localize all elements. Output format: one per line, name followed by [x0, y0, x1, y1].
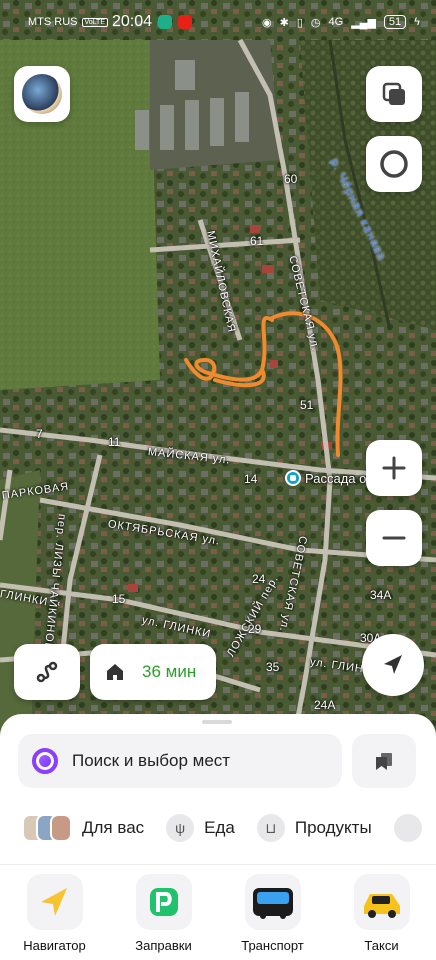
- location-arrow-icon: [384, 655, 402, 674]
- service-label: Такси: [364, 938, 399, 953]
- network-type: 4G: [328, 16, 344, 28]
- service-tile: [353, 874, 410, 930]
- zoom-out-button[interactable]: [366, 510, 422, 566]
- youtube-icon: [178, 15, 193, 29]
- plus-icon: [382, 456, 406, 480]
- avatar: [22, 74, 62, 114]
- services-row: Навигатор Заправки Транспорт Такси: [0, 874, 436, 953]
- bus-icon: [252, 888, 293, 919]
- chip-groceries[interactable]: ⊔ Продукты: [256, 814, 372, 842]
- carrier-name: MTS RUS: [28, 16, 78, 28]
- house-number: 24А: [314, 698, 336, 712]
- poi-pin-icon: [285, 470, 301, 486]
- service-taxi[interactable]: Такси: [327, 874, 436, 953]
- vibrate-icon: ▯: [296, 16, 303, 29]
- alice-voice-button[interactable]: [366, 136, 422, 192]
- thumbnails-icon: [22, 814, 72, 842]
- bottom-sheet[interactable]: Поиск и выбор мест Для вас ψ Еда ⊔ Проду…: [0, 714, 436, 960]
- charging-icon: ϟ: [414, 16, 420, 28]
- fork-knife-icon: ψ: [166, 814, 195, 842]
- route-home-button[interactable]: 36 мин: [90, 644, 216, 700]
- service-label: Навигатор: [23, 938, 86, 953]
- service-fuel[interactable]: Заправки: [109, 874, 218, 953]
- route-time: 36 мин: [142, 662, 197, 681]
- chip-label: Еда: [204, 818, 235, 837]
- service-transport[interactable]: Транспорт: [218, 874, 327, 953]
- route-icon: [36, 661, 58, 683]
- route-options-button[interactable]: [14, 644, 80, 700]
- service-tile: [135, 874, 192, 930]
- bluetooth-icon: ✱: [279, 16, 289, 29]
- house-number: 11: [108, 435, 121, 449]
- category-chips: Для вас ψ Еда ⊔ Продукты: [22, 814, 422, 842]
- house-number: 24: [252, 572, 266, 586]
- minus-icon: [382, 536, 406, 540]
- battery-level: 51: [383, 15, 407, 29]
- service-label: Транспорт: [241, 938, 304, 953]
- chip-for-you[interactable]: Для вас: [22, 814, 144, 842]
- divider: [0, 864, 436, 865]
- clock: 20:04: [112, 13, 153, 30]
- chip-food[interactable]: ψ Еда: [166, 814, 235, 842]
- taxi-icon: [363, 894, 400, 918]
- bookmarks-button[interactable]: [352, 734, 416, 788]
- search-input[interactable]: Поиск и выбор мест: [18, 734, 342, 788]
- status-bar: MTS RUS VoLTE 20:04 ◉ ✱ ▯ ◷ 4G ▂▄▆ 51 ϟ: [0, 0, 436, 44]
- eye-icon: ◉: [262, 16, 272, 29]
- house-number: 35: [266, 660, 280, 674]
- house-number: 51: [300, 398, 314, 412]
- house-number: 15: [112, 592, 126, 606]
- my-location-button[interactable]: [362, 634, 424, 696]
- signal-icon: ▂▄▆: [351, 16, 376, 29]
- service-tile: [244, 874, 301, 930]
- notification-app-icon: [158, 15, 173, 29]
- chip-more[interactable]: [393, 814, 422, 842]
- house-number: 14: [244, 472, 258, 486]
- house-number: 60: [284, 172, 298, 186]
- basket-icon: ⊔: [256, 814, 285, 842]
- layers-icon: [382, 82, 405, 105]
- house-number: 61: [250, 234, 264, 248]
- house-number: 29: [248, 622, 262, 636]
- layers-button[interactable]: [366, 66, 422, 122]
- sheet-grabber[interactable]: [202, 720, 232, 724]
- zoom-in-button[interactable]: [366, 440, 422, 496]
- service-label: Заправки: [135, 938, 192, 953]
- fuel-icon: [149, 888, 178, 916]
- volte-badge: VoLTE: [81, 17, 108, 27]
- house-number: 7: [36, 427, 43, 441]
- more-chip-icon: [393, 814, 422, 842]
- chip-label: Продукты: [294, 818, 372, 837]
- navigator-arrow-icon: [40, 888, 67, 916]
- service-navigator[interactable]: Навигатор: [0, 874, 109, 953]
- home-icon: [107, 664, 123, 680]
- alarm-icon: ◷: [310, 16, 321, 29]
- chip-label: Для вас: [82, 818, 145, 837]
- alice-icon: [380, 150, 408, 178]
- profile-avatar-button[interactable]: [14, 66, 70, 122]
- alice-logo-icon: [32, 748, 58, 774]
- search-placeholder: Поиск и выбор мест: [72, 751, 231, 770]
- service-tile: [26, 874, 83, 930]
- house-number: 34А: [370, 588, 392, 602]
- bookmark-icon: [376, 753, 392, 770]
